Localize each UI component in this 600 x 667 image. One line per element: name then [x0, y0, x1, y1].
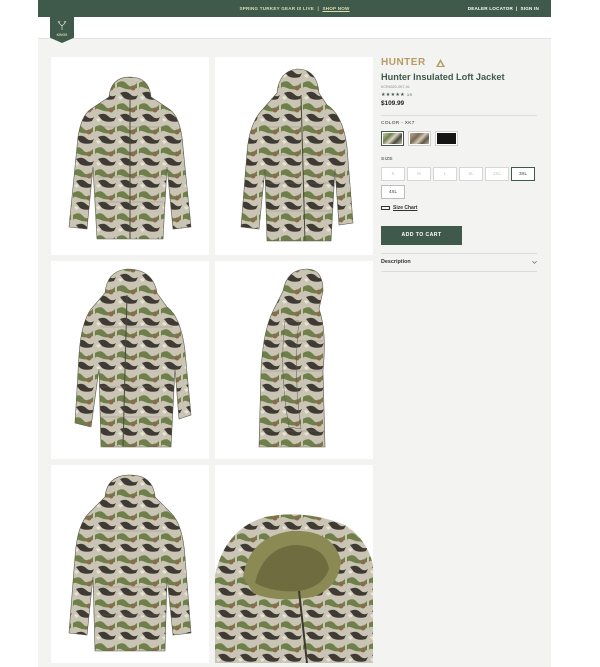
hunter-triangle-icon [436, 59, 445, 67]
add-to-cart-button[interactable]: ADD TO CART [381, 226, 462, 245]
ruler-icon [381, 205, 390, 210]
product-image-profile[interactable] [215, 261, 373, 459]
antler-icon [57, 21, 67, 30]
product-sku: KCR6320-XK7-XL [381, 85, 411, 89]
divider [381, 253, 537, 254]
product-rating[interactable]: ★★★★★ 19 [381, 92, 412, 98]
product-image-three-quarter[interactable] [215, 57, 373, 255]
color-swatch-black[interactable] [435, 131, 458, 146]
product-title: Hunter Insulated Loft Jacket [381, 72, 505, 82]
size-option-2xl[interactable]: 2XL [485, 167, 509, 181]
site-logo[interactable]: KINGS [50, 17, 74, 43]
promo-bar: SPRING TURKEY GEAR IS LIVE | SHOP NOW DE… [38, 0, 551, 17]
site-header: KINGS [38, 17, 551, 43]
size-label: SIZE [381, 157, 393, 162]
product-image-hood-detail[interactable] [215, 465, 373, 663]
size-option-s[interactable]: S [381, 167, 405, 181]
color-swatch-xk7[interactable] [381, 131, 404, 146]
sign-in-link[interactable]: SIGN IN [520, 6, 539, 11]
color-swatch-camo-alt[interactable] [408, 131, 431, 146]
product-image-front[interactable] [51, 57, 209, 255]
product-price: $109.99 [381, 100, 405, 107]
size-option-4xl[interactable]: 4XL [381, 185, 405, 199]
description-toggle[interactable]: Description [381, 259, 411, 265]
size-chart-link[interactable]: Size Chart [381, 205, 417, 211]
chevron-down-icon [532, 261, 537, 264]
divider [381, 271, 537, 272]
review-count: 19 [406, 92, 412, 97]
logo-wordmark: KINGS [56, 33, 68, 37]
color-label: COLOR - XK7 [381, 121, 415, 126]
size-option-m[interactable]: M [407, 167, 431, 181]
shop-now-link[interactable]: SHOP NOW [322, 6, 349, 11]
size-option-xl[interactable]: XL [459, 167, 483, 181]
product-image-back[interactable] [51, 465, 209, 663]
product-brand: HUNTER [381, 57, 426, 68]
utility-nav: DEALER LOCATOR | SIGN IN [467, 6, 539, 11]
product-image-side-left[interactable] [51, 261, 209, 459]
divider [381, 115, 537, 116]
star-rating-icon: ★★★★★ [381, 92, 405, 98]
page-frame: SPRING TURKEY GEAR IS LIVE | SHOP NOW DE… [38, 0, 551, 667]
promo-text: SPRING TURKEY GEAR IS LIVE [239, 6, 315, 11]
dealer-locator-link[interactable]: DEALER LOCATOR [468, 6, 513, 11]
size-option-l[interactable]: L [433, 167, 457, 181]
size-option-3xl[interactable]: 3XL [511, 167, 535, 181]
